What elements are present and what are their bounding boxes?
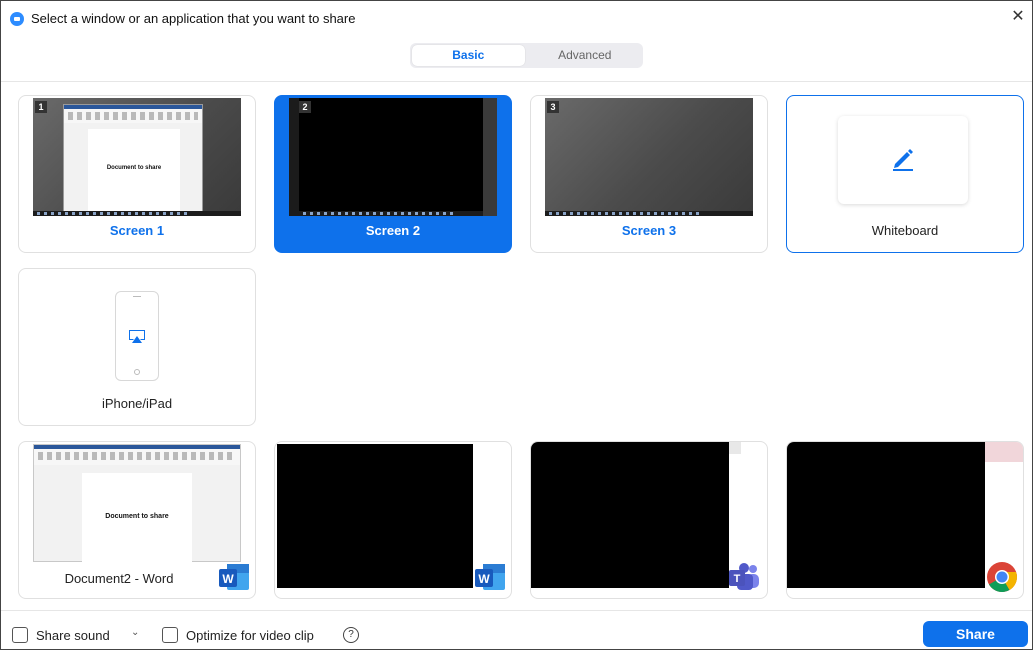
- svg-text:W: W: [478, 572, 490, 586]
- screen-label: Screen 2: [365, 223, 421, 238]
- word-window-thumbnail: Document to share: [33, 444, 241, 563]
- svg-text:T: T: [734, 573, 741, 585]
- whiteboard-preview: [838, 116, 968, 204]
- share-sound-checkbox[interactable]: [12, 627, 28, 643]
- tile-app-chrome-window[interactable]: [786, 441, 1024, 599]
- tile-screen-3[interactable]: 3 Screen 3: [530, 95, 768, 253]
- teams-icon: T: [729, 563, 759, 590]
- whiteboard-label: Whiteboard: [871, 223, 939, 238]
- scroll-strip-preview: [483, 98, 497, 216]
- share-button[interactable]: Share: [923, 621, 1028, 647]
- optimize-video-label: Optimize for video clip: [186, 628, 314, 643]
- screen-label: Screen 3: [621, 223, 677, 238]
- svg-text:W: W: [222, 572, 234, 586]
- taskbar-preview: [545, 211, 753, 216]
- help-icon[interactable]: ?: [343, 627, 359, 643]
- screen-badge: 1: [35, 101, 47, 113]
- optimize-video-checkbox[interactable]: [162, 627, 178, 643]
- window-edge-preview: [985, 442, 1023, 462]
- document-page-preview: Document to share: [82, 473, 192, 563]
- tile-app-word-document2[interactable]: Document to share Document2 - Word W: [18, 441, 256, 599]
- share-screen-dialog: Select a window or an application that y…: [0, 0, 1033, 650]
- document-window-preview: Document to share: [63, 104, 203, 213]
- close-icon[interactable]: ✕: [1008, 7, 1028, 27]
- taskbar-icons: [549, 212, 699, 215]
- airplay-icon: [129, 330, 145, 343]
- share-sound-label: Share sound: [36, 628, 110, 643]
- document-preview-text: Document to share: [106, 165, 162, 171]
- app-label: Document2 - Word: [64, 571, 174, 586]
- footer-divider: [1, 610, 1032, 611]
- teams-window-thumbnail: [531, 442, 729, 588]
- taskbar-preview: [299, 211, 483, 216]
- pencil-icon: [893, 149, 913, 171]
- header-divider: [1, 81, 1032, 82]
- tile-app-teams-window[interactable]: T: [530, 441, 768, 599]
- ribbon-preview: [34, 445, 240, 465]
- document-page-preview: Document to share: [88, 129, 180, 213]
- taskbar-icons: [303, 212, 453, 215]
- tile-app-word-window[interactable]: W: [274, 441, 512, 599]
- tile-screen-2[interactable]: 2 Screen 2: [274, 95, 512, 253]
- taskbar-icons: [37, 212, 187, 215]
- chevron-down-icon[interactable]: ⌄: [131, 627, 139, 638]
- window-edge-preview: [729, 442, 741, 454]
- word-icon: W: [219, 564, 249, 590]
- title-bar: Select a window or an application that y…: [1, 1, 1032, 33]
- tile-iphone-ipad[interactable]: iPhone/iPad: [18, 268, 256, 426]
- share-mode-tabs: Basic Advanced: [410, 43, 643, 68]
- tile-screen-1[interactable]: 1 Document to share Screen 1: [18, 95, 256, 253]
- ribbon-preview: [64, 105, 202, 123]
- iphone-label: iPhone/iPad: [101, 396, 173, 411]
- chrome-window-thumbnail: [787, 442, 985, 588]
- phone-speaker: [133, 296, 141, 297]
- tab-advanced[interactable]: Advanced: [529, 45, 642, 66]
- phone-illustration: [115, 291, 159, 381]
- document-preview-text: Document to share: [105, 513, 169, 520]
- screen-3-thumbnail: 3: [545, 98, 753, 216]
- tile-whiteboard[interactable]: Whiteboard: [786, 95, 1024, 253]
- word-window-thumbnail: [277, 444, 473, 588]
- tab-basic[interactable]: Basic: [412, 45, 525, 66]
- taskbar-preview: [33, 211, 241, 216]
- screen-label: Screen 1: [109, 223, 165, 238]
- sidebar-preview: [289, 98, 299, 216]
- screen-1-thumbnail: 1 Document to share: [33, 98, 241, 216]
- dialog-title: Select a window or an application that y…: [31, 11, 356, 26]
- screen-badge: 2: [299, 101, 311, 113]
- screen-badge: 3: [547, 101, 559, 113]
- screen-2-thumbnail: 2: [289, 98, 497, 216]
- phone-home-button: [134, 369, 140, 375]
- zoom-logo-icon: [10, 12, 24, 26]
- word-icon: W: [475, 564, 505, 590]
- chrome-icon: [987, 562, 1017, 593]
